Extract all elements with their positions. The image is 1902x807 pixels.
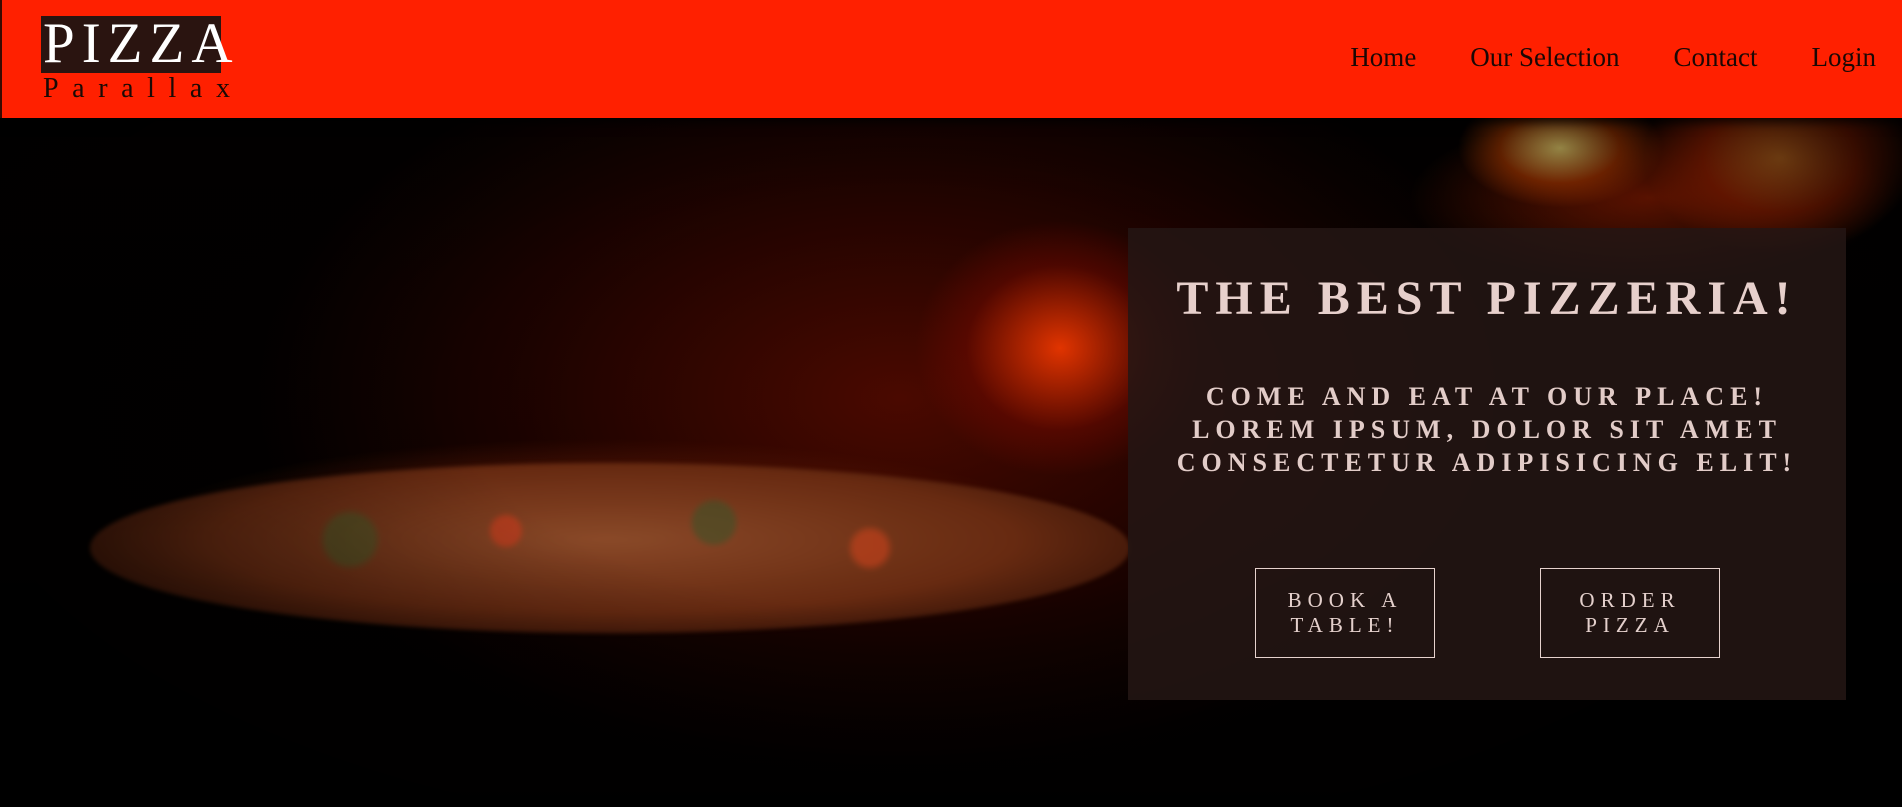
site-header: PIZZA Parallax Home Our Selection Contac… [0, 0, 1902, 118]
logo-sub-text: Parallax [43, 73, 244, 104]
nav-login-link[interactable]: Login [1812, 38, 1877, 76]
hero-title: THE BEST PIZZERIA! [1176, 272, 1798, 325]
nav-our-selection-link[interactable]: Our Selection [1470, 38, 1619, 76]
logo-main-text: PIZZA [41, 12, 240, 75]
hero-subtitle: COME AND EAT AT OUR PLACE! LOREM IPSUM, … [1176, 382, 1798, 477]
logo[interactable]: PIZZA Parallax [41, 12, 244, 104]
nav-home-link[interactable]: Home [1350, 38, 1416, 76]
hero-overlay-box: THE BEST PIZZERIA! COME AND EAT AT OUR P… [1128, 228, 1846, 700]
book-table-button[interactable]: BOOK A TABLE! [1255, 568, 1435, 658]
order-pizza-button[interactable]: ORDER PIZZA [1540, 568, 1720, 658]
main-nav: Home Our Selection Contact Login [1296, 38, 1876, 76]
nav-contact-link[interactable]: Contact [1674, 38, 1758, 76]
